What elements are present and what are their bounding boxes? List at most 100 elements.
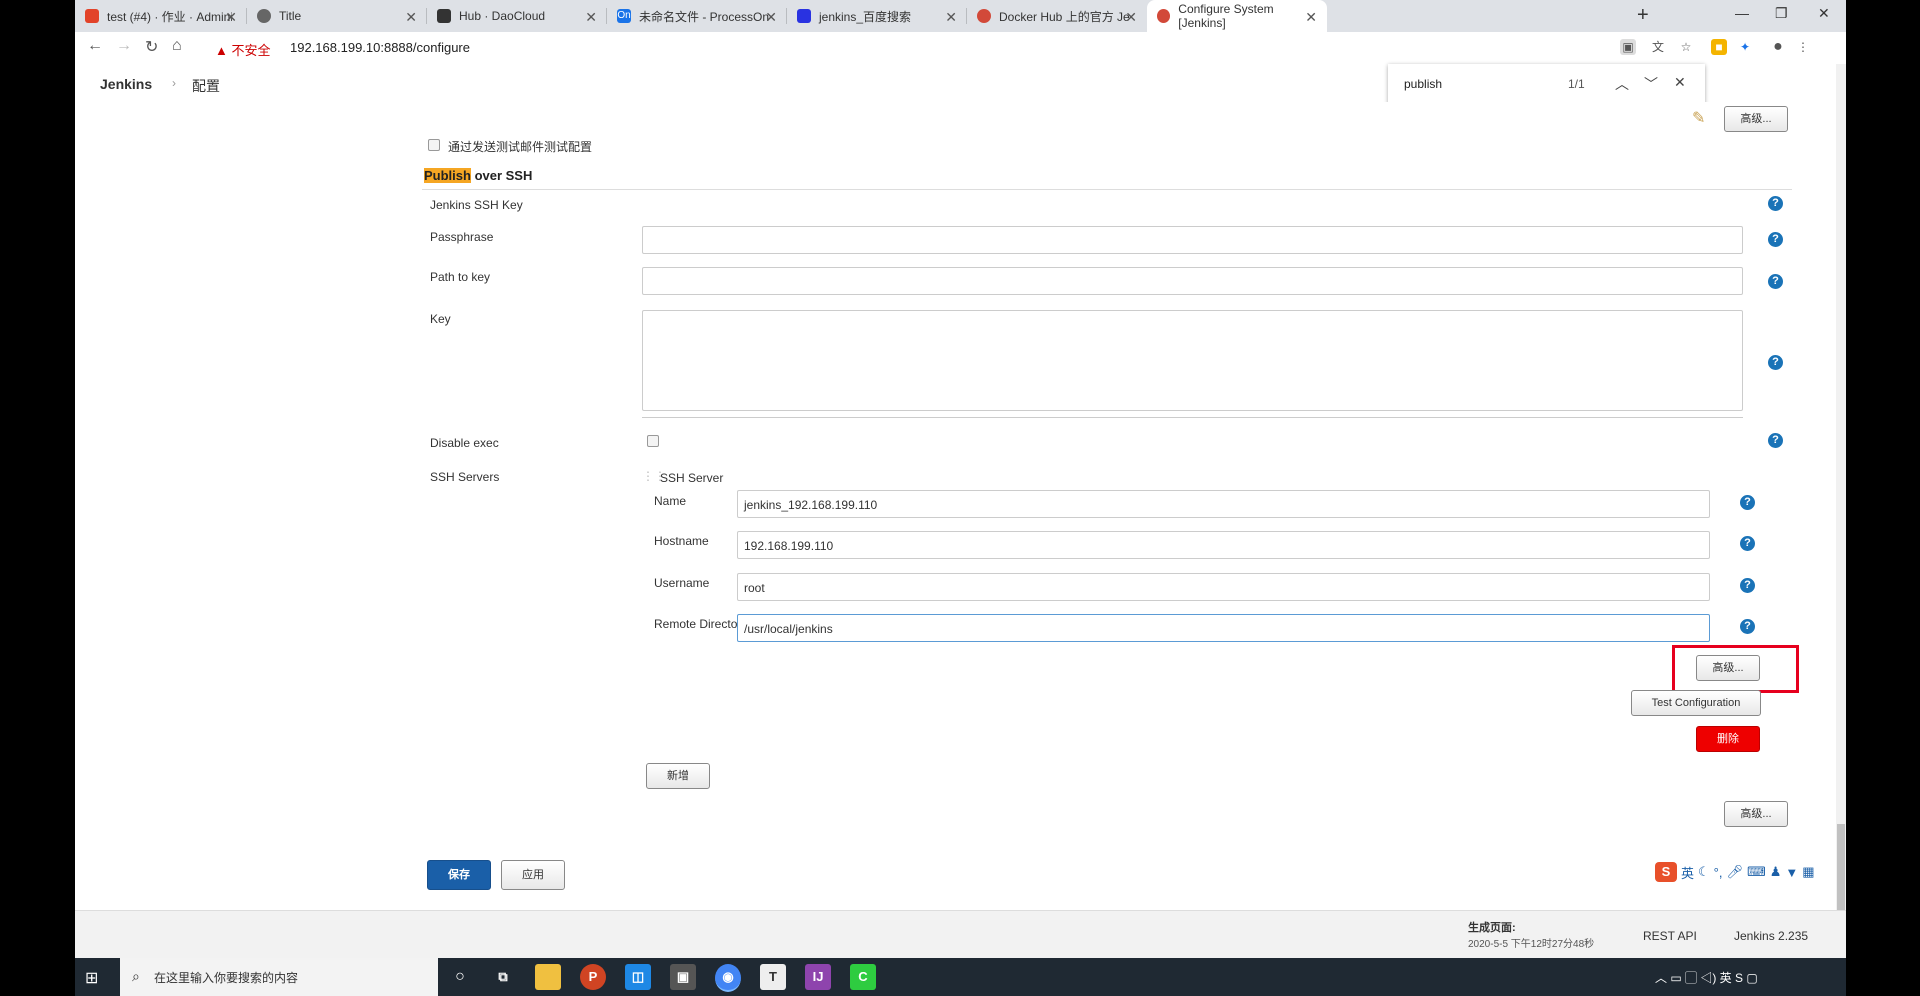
server-name-label: Name [654, 494, 687, 508]
profile-icon[interactable]: ● [1770, 39, 1786, 55]
tab-title: Docker Hub 上的官方 Jenkins 镜 [999, 9, 1129, 24]
breadcrumb-separator: › [172, 76, 176, 90]
window-close-button[interactable]: ✕ [1818, 5, 1830, 22]
skin-icon[interactable]: ▼ [1785, 865, 1798, 880]
file-explorer-icon[interactable] [535, 964, 561, 990]
close-icon[interactable]: ✕ [585, 9, 597, 26]
sogou-logo-icon[interactable]: S [1655, 862, 1677, 882]
close-icon[interactable]: ✕ [945, 9, 957, 26]
help-icon[interactable]: ? [1768, 196, 1783, 211]
keyboard-icon[interactable]: ⌨ [1747, 864, 1766, 880]
apply-button[interactable]: 应用 [501, 860, 565, 890]
find-close-icon[interactable]: ✕ [1674, 74, 1686, 91]
server-hostname-field[interactable]: 192.168.199.110 [737, 531, 1710, 559]
close-icon[interactable]: ✕ [225, 9, 237, 26]
generated-time: 2020-5-5 下午12时27分48秒 [1468, 939, 1595, 950]
translate-icon[interactable]: 文 [1650, 39, 1666, 55]
add-button[interactable]: 新增 [646, 763, 710, 789]
disable-exec-checkbox[interactable] [647, 435, 659, 447]
jenkins-version-link[interactable]: Jenkins 2.235 [1734, 929, 1808, 943]
insecure-warning[interactable]: ▲ 不安全 [215, 40, 271, 59]
remote-directory-field[interactable]: /usr/local/jenkins [737, 614, 1710, 642]
powerpoint-icon[interactable]: P [580, 964, 606, 990]
help-icon[interactable]: ? [1768, 274, 1783, 289]
extension-arrow-icon[interactable]: ✦ [1737, 39, 1753, 55]
forward-icon[interactable]: → [116, 37, 132, 55]
moon-icon[interactable]: ☾ [1698, 864, 1710, 880]
tab-processon[interactable]: On 未命名文件 - ProcessOn ✕ [607, 0, 787, 32]
save-button[interactable]: 保存 [427, 860, 491, 890]
help-icon[interactable]: ? [1768, 433, 1783, 448]
page-scrollbar[interactable] [1836, 64, 1846, 958]
system-tray[interactable]: ︿ ▭ ▢ ◁) 英 S ▢ [1655, 969, 1758, 986]
breadcrumb-jenkins[interactable]: Jenkins [100, 76, 152, 92]
help-icon[interactable]: ? [1740, 619, 1755, 634]
top-advanced-button[interactable]: 高级... [1724, 106, 1788, 132]
typora-icon[interactable]: T [760, 964, 786, 990]
find-highlight: Publish [424, 168, 471, 183]
maximize-button[interactable]: ❐ [1775, 5, 1788, 22]
help-icon[interactable]: ? [1740, 578, 1755, 593]
server-username-field[interactable]: root [737, 573, 1710, 601]
key-textarea[interactable] [642, 310, 1743, 411]
screenshot-app-icon[interactable]: ▣ [670, 964, 696, 990]
delete-button[interactable]: 删除 [1696, 726, 1760, 752]
url-field[interactable]: 192.168.199.10:8888/configure [290, 40, 470, 55]
server-advanced-button[interactable]: 高级... [1696, 655, 1760, 681]
textarea-resize-handle[interactable] [642, 417, 1743, 418]
tab-gitlab[interactable]: test (#4) · 作业 · Administrator ✕ [75, 0, 247, 32]
tab-dockerhub[interactable]: Docker Hub 上的官方 Jenkins 镜 ✕ [967, 0, 1147, 32]
tab-configure-system[interactable]: Configure System [Jenkins] ✕ [1147, 0, 1327, 32]
page-action-icon[interactable]: ▣ [1620, 39, 1636, 55]
reload-icon[interactable]: ↻ [145, 37, 158, 57]
rest-api-link[interactable]: REST API [1643, 929, 1697, 943]
tab-title: 未命名文件 - ProcessOn [639, 9, 770, 24]
grid-icon[interactable]: ▦ [1802, 864, 1814, 880]
find-next-icon[interactable]: ﹀ [1644, 74, 1658, 94]
passphrase-field[interactable] [642, 226, 1743, 254]
bookmark-star-icon[interactable]: ☆ [1678, 39, 1694, 55]
back-icon[interactable]: ← [87, 37, 103, 55]
section-title-rest: over SSH [470, 168, 533, 183]
minimize-button[interactable]: — [1735, 5, 1749, 21]
tab-daocloud[interactable]: Hub · DaoCloud ✕ [427, 0, 607, 32]
processon-icon: On [617, 9, 631, 23]
find-prev-icon[interactable]: ︿ [1615, 74, 1629, 94]
help-icon[interactable]: ? [1740, 495, 1755, 510]
find-input[interactable]: publish [1404, 77, 1442, 91]
help-icon[interactable]: ? [1768, 355, 1783, 370]
test-email-checkbox[interactable] [428, 139, 440, 151]
user-icon[interactable]: ♟ [1770, 864, 1782, 880]
breadcrumb-configure[interactable]: 配置 [192, 76, 220, 96]
close-icon[interactable]: ✕ [1305, 9, 1317, 26]
terminal-icon[interactable]: C [850, 964, 876, 990]
mic-icon[interactable]: 🎤︎ [1726, 864, 1743, 880]
server-name-field[interactable]: jenkins_192.168.199.110 [737, 490, 1710, 518]
taskbar-search[interactable]: ⌕ 在这里输入你要搜索的内容 [120, 958, 438, 996]
home-icon[interactable]: ⌂ [172, 37, 182, 55]
cortana-icon[interactable]: ○ [447, 964, 473, 990]
help-icon[interactable]: ? [1768, 232, 1783, 247]
close-icon[interactable]: ✕ [765, 9, 777, 26]
app-icon[interactable]: ◫ [625, 964, 651, 990]
tab-baidu[interactable]: jenkins_百度搜索 ✕ [787, 0, 967, 32]
path-to-key-field[interactable] [642, 267, 1743, 295]
address-bar: ← → ↻ ⌂ ▲ 不安全 192.168.199.10:8888/config… [75, 32, 1846, 65]
close-icon[interactable]: ✕ [1125, 9, 1137, 26]
tab-title-page[interactable]: Title ✕ [247, 0, 427, 32]
ime-lang[interactable]: 英 [1681, 863, 1694, 882]
close-icon[interactable]: ✕ [405, 9, 417, 26]
intellij-icon[interactable]: IJ [805, 964, 831, 990]
test-configuration-button[interactable]: Test Configuration [1631, 690, 1761, 716]
chrome-icon[interactable]: ◉ [715, 964, 741, 992]
extension-icon[interactable]: ■ [1711, 39, 1727, 55]
find-count: 1/1 [1568, 77, 1585, 91]
new-tab-button[interactable]: + [1637, 4, 1649, 27]
bottom-advanced-button[interactable]: 高级... [1724, 801, 1788, 827]
help-icon[interactable]: ? [1740, 536, 1755, 551]
task-view-icon[interactable]: ⧉ [490, 964, 516, 990]
windows-start-icon[interactable]: ⊞ [85, 968, 98, 988]
menu-icon[interactable]: ⋮ [1795, 39, 1811, 55]
server-hostname-label: Hostname [654, 534, 709, 548]
punctuation-icon[interactable]: °, [1714, 865, 1723, 880]
